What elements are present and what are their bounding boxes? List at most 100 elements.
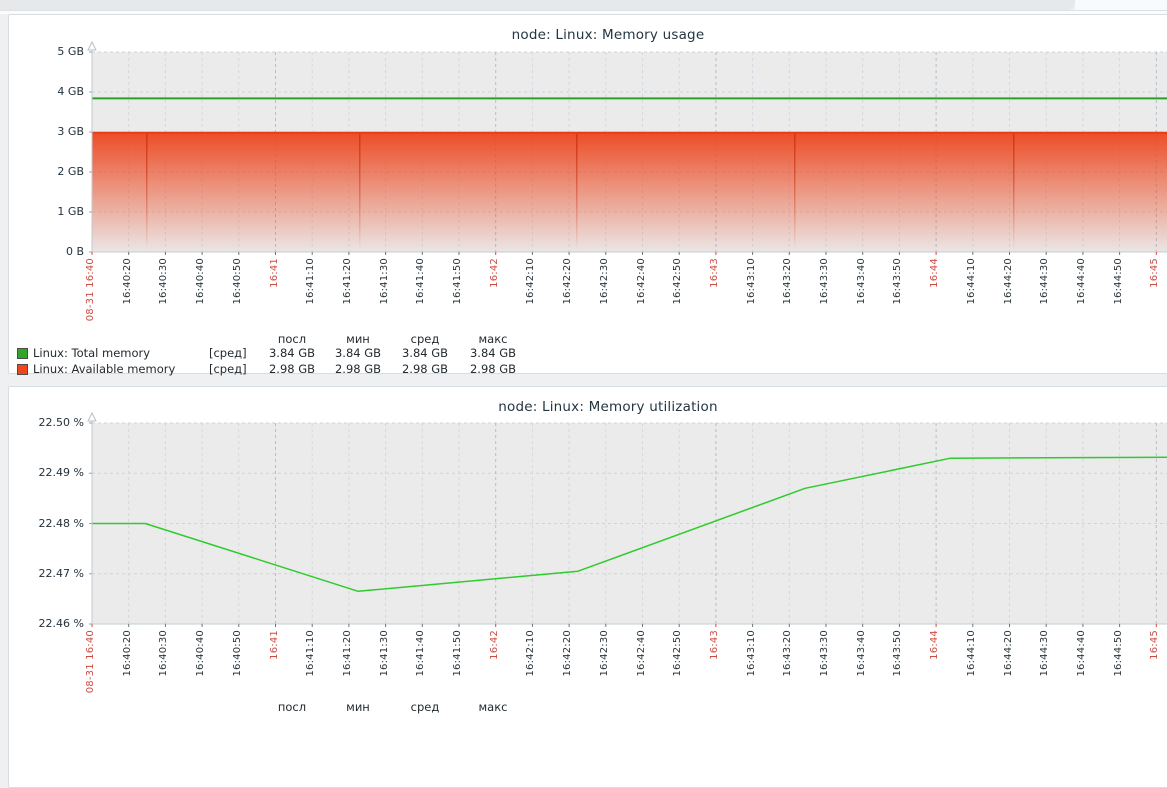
legend-header: макс bbox=[459, 332, 527, 346]
x-axis-tick-label: 16:40:50 bbox=[232, 258, 244, 305]
x-axis-tick-label: 16:43 bbox=[709, 258, 721, 288]
x-axis-tick-label: 16:40:20 bbox=[122, 630, 134, 677]
x-axis-tick-label: 16:44:10 bbox=[966, 630, 978, 677]
x-axis-tick-label: 16:42:10 bbox=[525, 630, 537, 677]
x-axis-tick-label: 16:44:30 bbox=[1039, 630, 1051, 677]
x-axis-tick-label: 16:45 bbox=[1149, 630, 1161, 660]
y-axis-tick-label: 3 GB bbox=[13, 125, 84, 138]
x-axis-tick-label: 16:43:40 bbox=[856, 630, 868, 677]
memory-utilization-graph-panel: node: Linux: Memory utilization 22.50 % 2… bbox=[8, 386, 1167, 788]
x-axis-tick-label: 16:43:10 bbox=[746, 630, 758, 677]
x-axis-tick-label: 16:43:40 bbox=[856, 258, 868, 305]
y-axis-tick-label: 22.50 % bbox=[13, 416, 84, 429]
y-axis-tick-label: 0 B bbox=[13, 245, 84, 258]
x-axis-tick-label: 16:44:20 bbox=[1003, 258, 1015, 305]
legend-header: мин bbox=[325, 332, 391, 346]
x-axis-tick-label: 16:41:30 bbox=[379, 630, 391, 677]
x-axis-tick-label: 16:43 bbox=[709, 630, 721, 660]
x-axis-tick-label: 16:42 bbox=[489, 630, 501, 660]
y-axis-arrow-icon bbox=[88, 42, 96, 50]
legend-value: 2.98 GB bbox=[459, 362, 527, 378]
legend-header: сред bbox=[391, 700, 459, 714]
zabbix-graphs-page: { "x_axis": { "ticks": [ {"label":"08-31… bbox=[0, 0, 1167, 711]
y-axis-tick-label: 22.49 % bbox=[13, 466, 84, 479]
x-axis-tick-label: 16:42:20 bbox=[562, 258, 574, 305]
legend-value: 3.84 GB bbox=[391, 346, 459, 362]
x-axis-tick-label: 08-31 16:40 bbox=[85, 258, 97, 321]
x-axis-tick-label: 16:42 bbox=[489, 258, 501, 288]
legend-swatch bbox=[17, 348, 28, 359]
memory-usage-graph-panel: node: Linux: Memory usage 5 GB 4 GB 3 GB 2 … bbox=[8, 14, 1167, 374]
legend-series-label: Linux: Available memory bbox=[33, 362, 209, 378]
x-axis-tick-label: 16:41:10 bbox=[305, 258, 317, 305]
x-axis-tick-label: 16:40:30 bbox=[158, 630, 170, 677]
x-axis-tick-label: 16:42:40 bbox=[636, 630, 648, 677]
x-axis-tick-label: 16:40:30 bbox=[158, 258, 170, 305]
x-axis-tick-label: 16:42:40 bbox=[636, 258, 648, 305]
y-axis-tick-label: 4 GB bbox=[13, 85, 84, 98]
x-axis-tick-label: 16:40:40 bbox=[195, 630, 207, 677]
legend-header: сред bbox=[391, 332, 459, 346]
legend-value: 3.84 GB bbox=[325, 346, 391, 362]
x-axis-tick-label: 16:41:40 bbox=[415, 258, 427, 305]
x-axis-tick-label: 16:43:20 bbox=[782, 630, 794, 677]
x-axis-tick-label: 16:43:30 bbox=[819, 258, 831, 305]
y-axis-tick-label: 22.46 % bbox=[13, 617, 84, 630]
graph-legend: послминсредмакс bbox=[17, 700, 527, 714]
x-axis-tick-label: 16:44:40 bbox=[1076, 630, 1088, 677]
x-axis-tick-label: 16:42:50 bbox=[672, 630, 684, 677]
x-axis-tick-label: 16:44 bbox=[929, 630, 941, 660]
x-axis-tick-label: 16:43:10 bbox=[746, 258, 758, 305]
x-axis-tick-label: 16:44:20 bbox=[1003, 630, 1015, 677]
x-axis-tick-label: 16:44 bbox=[929, 258, 941, 288]
x-axis-tick-label: 16:44:50 bbox=[1113, 630, 1125, 677]
x-axis-tick-label: 16:40:50 bbox=[232, 630, 244, 677]
legend-header: посл bbox=[259, 700, 325, 714]
x-axis-tick-label: 16:45 bbox=[1149, 258, 1161, 288]
browser-chrome-corner bbox=[1075, 0, 1167, 10]
legend-series-label: Linux: Total memory bbox=[33, 346, 209, 362]
y-axis-tick-label: 22.48 % bbox=[13, 517, 84, 530]
x-axis-tick-label: 16:42:20 bbox=[562, 630, 574, 677]
memory-utilization-plot-area[interactable] bbox=[92, 423, 1167, 624]
legend-value: 2.98 GB bbox=[391, 362, 459, 378]
legend-value: 3.84 GB bbox=[259, 346, 325, 362]
x-axis-tick-label: 16:41:50 bbox=[452, 258, 464, 305]
y-axis-tick-label: 22.47 % bbox=[13, 567, 84, 580]
legend-swatch bbox=[17, 364, 28, 375]
x-axis-tick-label: 16:41:40 bbox=[415, 630, 427, 677]
legend-function: [сред] bbox=[209, 362, 259, 378]
legend-value: 3.84 GB bbox=[459, 346, 527, 362]
legend-header: макс bbox=[459, 700, 527, 714]
x-axis-tick-label: 16:44:30 bbox=[1039, 258, 1051, 305]
x-axis-tick-label: 16:43:50 bbox=[892, 258, 904, 305]
x-axis-tick-label: 16:43:50 bbox=[892, 630, 904, 677]
x-axis-tick-label: 16:40:40 bbox=[195, 258, 207, 305]
x-axis-tick-label: 16:44:50 bbox=[1113, 258, 1125, 305]
graph-title: node: Linux: Memory usage bbox=[9, 27, 1167, 43]
x-axis-tick-label: 16:41:20 bbox=[342, 630, 354, 677]
legend-header: посл bbox=[259, 332, 325, 346]
x-axis-tick-label: 16:41:50 bbox=[452, 630, 464, 677]
x-axis-tick-label: 08-31 16:40 bbox=[85, 630, 97, 693]
x-axis-tick-label: 16:41:10 bbox=[305, 630, 317, 677]
x-axis-tick-label: 16:42:30 bbox=[599, 258, 611, 305]
x-axis-tick-label: 16:42:30 bbox=[599, 630, 611, 677]
x-axis-tick-label: 16:41 bbox=[269, 258, 281, 288]
x-axis-tick-label: 16:41:20 bbox=[342, 258, 354, 305]
x-axis-tick-label: 16:43:20 bbox=[782, 258, 794, 305]
x-axis-tick-label: 16:41:30 bbox=[379, 258, 391, 305]
y-axis-tick-label: 2 GB bbox=[13, 165, 84, 178]
x-axis-tick-label: 16:44:40 bbox=[1076, 258, 1088, 305]
x-axis-tick-label: 16:43:30 bbox=[819, 630, 831, 677]
legend-function: [сред] bbox=[209, 346, 259, 362]
legend-value: 2.98 GB bbox=[259, 362, 325, 378]
memory-usage-plot-area[interactable] bbox=[92, 52, 1167, 252]
legend-value: 2.98 GB bbox=[325, 362, 391, 378]
graph-title: node: Linux: Memory utilization bbox=[9, 399, 1167, 415]
y-axis-tick-label: 5 GB bbox=[13, 45, 84, 58]
x-axis-tick-label: 16:41 bbox=[269, 630, 281, 660]
x-axis-tick-label: 16:44:10 bbox=[966, 258, 978, 305]
y-axis-tick-label: 1 GB bbox=[13, 205, 84, 218]
browser-chrome-tabstrip bbox=[0, 0, 1075, 10]
